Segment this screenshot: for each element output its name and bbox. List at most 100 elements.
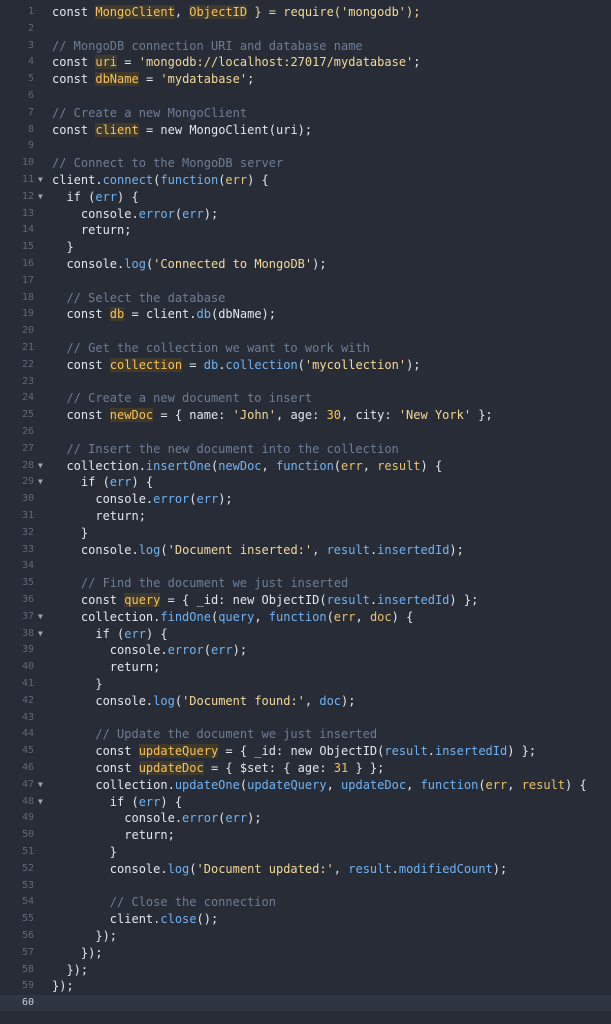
- fold-arrow-icon[interactable]: ▼: [38, 189, 43, 205]
- fold-arrow-icon[interactable]: ▼: [38, 609, 43, 625]
- code-token: new: [160, 122, 190, 137]
- fold-arrow-icon[interactable]: ▼: [38, 474, 43, 490]
- code-line[interactable]: 46 const updateDoc = { $set: { age: 31 }…: [0, 760, 611, 776]
- code-line[interactable]: 12 ▼ if (err) {: [0, 189, 611, 205]
- code-line[interactable]: 1 const MongoClient, ObjectID } = require…: [0, 4, 611, 20]
- line-number: 50: [21, 829, 34, 841]
- code-token: ,: [406, 777, 421, 792]
- line-number: 23: [21, 375, 34, 387]
- code-line[interactable]: 36 const query = { _id: new ObjectID(res…: [0, 592, 611, 608]
- line-number: 28: [21, 459, 34, 471]
- code-line[interactable]: 31 return;: [0, 508, 611, 524]
- fold-arrow-icon[interactable]: ▼: [38, 172, 43, 188]
- code-line[interactable]: 17: [0, 273, 611, 289]
- code-text: }: [52, 844, 117, 860]
- code-line[interactable]: 9: [0, 138, 611, 154]
- code-line[interactable]: 15 }: [0, 239, 611, 255]
- code-line[interactable]: 54 // Close the connection: [0, 894, 611, 910]
- code-text: // Find the document we just inserted: [52, 575, 348, 591]
- code-line[interactable]: 53: [0, 878, 611, 894]
- code-token: =: [138, 72, 161, 87]
- code-line[interactable]: 35 // Find the document we just inserted: [0, 575, 611, 591]
- code-token: query: [124, 593, 161, 607]
- code-line[interactable]: 52 console.log('Document updated:', resu…: [0, 861, 611, 877]
- code-line[interactable]: 21 // Get the collection we want to work…: [0, 340, 611, 356]
- fold-arrow-icon[interactable]: ▼: [38, 458, 43, 474]
- code-line[interactable]: 6: [0, 88, 611, 104]
- line-number: 1: [27, 6, 34, 17]
- code-line[interactable]: 60: [0, 995, 611, 1012]
- code-line[interactable]: 51 }: [0, 844, 611, 860]
- code-token: 'Document updated:': [196, 861, 334, 876]
- code-line[interactable]: 24 // Create a new document to insert: [0, 390, 611, 406]
- code-line[interactable]: 30 console.error(err);: [0, 491, 611, 507]
- code-text: const newDoc = { name: 'John', age: 30, …: [52, 407, 493, 423]
- code-line[interactable]: 44 // Update the document we just insert…: [0, 726, 611, 742]
- code-line[interactable]: 14 return;: [0, 222, 611, 238]
- code-token: client.: [52, 173, 103, 187]
- code-token: const: [52, 408, 110, 423]
- code-line[interactable]: 50 return;: [0, 827, 611, 843]
- code-line[interactable]: 32 }: [0, 525, 611, 541]
- code-line[interactable]: 27 // Insert the new document into the c…: [0, 441, 611, 457]
- code-line[interactable]: 38 ▼ if (err) {: [0, 626, 611, 642]
- code-token: ,: [333, 861, 349, 876]
- code-line[interactable]: 39 console.error(err);: [0, 642, 611, 658]
- code-token: } = require('mongodb');: [247, 5, 421, 19]
- code-line[interactable]: 33 console.log('Document inserted:', res…: [0, 542, 611, 558]
- code-line[interactable]: 18 // Select the database: [0, 290, 611, 306]
- code-line[interactable]: 40 return;: [0, 659, 611, 675]
- code-line[interactable]: 3 // MongoDB connection URI and database …: [0, 38, 611, 54]
- code-line[interactable]: 55 client.close();: [0, 911, 611, 927]
- code-token: doc: [369, 609, 392, 624]
- code-line[interactable]: 26: [0, 424, 611, 440]
- code-line[interactable]: 22 const collection = db.collection('myc…: [0, 357, 611, 373]
- code-token: log: [153, 693, 175, 708]
- fold-arrow-icon[interactable]: ▼: [38, 794, 43, 810]
- code-line[interactable]: 45 const updateQuery = { _id: new Object…: [0, 743, 611, 759]
- code-token: error: [138, 206, 175, 221]
- code-token: ObjectID: [189, 5, 248, 19]
- code-token: findOne: [160, 609, 211, 624]
- code-line[interactable]: 58 });: [0, 962, 611, 978]
- code-line[interactable]: 10 // Connect to the MongoDB server: [0, 155, 611, 171]
- code-line[interactable]: 57 });: [0, 945, 611, 961]
- code-line[interactable]: 5 const dbName = 'mydatabase';: [0, 71, 611, 87]
- code-text: if (err) {: [52, 794, 182, 810]
- line-number: 16: [21, 258, 34, 269]
- code-editor[interactable]: 1 const MongoClient, ObjectID } = require…: [0, 0, 611, 1024]
- code-line[interactable]: 29 ▼ if (err) {: [0, 474, 611, 490]
- code-line[interactable]: 59});: [0, 978, 611, 994]
- code-line[interactable]: 13 console.error(err);: [0, 206, 611, 222]
- code-line[interactable]: 49 console.error(err);: [0, 810, 611, 826]
- code-line[interactable]: 2: [0, 21, 611, 37]
- fold-arrow-icon[interactable]: ▼: [38, 626, 43, 642]
- code-line[interactable]: 48 ▼ if (err) {: [0, 794, 611, 810]
- code-line[interactable]: 43: [0, 710, 611, 726]
- code-token: (: [160, 542, 168, 557]
- code-token: ,: [355, 609, 370, 624]
- code-line[interactable]: 25 const newDoc = { name: 'John', age: 3…: [0, 407, 611, 423]
- line-number: 52: [21, 862, 34, 874]
- code-line[interactable]: 8 const client = new MongoClient(uri);: [0, 122, 611, 138]
- code-line[interactable]: 28 ▼ collection.insertOne (newDoc, functio…: [0, 458, 611, 474]
- code-line[interactable]: 34: [0, 558, 611, 574]
- code-token: db: [109, 307, 125, 322]
- code-token: =: [124, 307, 146, 322]
- code-text: return;: [52, 508, 146, 524]
- code-line[interactable]: 42 console.log('Document found:', doc);: [0, 693, 611, 709]
- code-line[interactable]: 16 console.log('Connected to MongoDB');: [0, 256, 611, 272]
- fold-arrow-icon[interactable]: ▼: [38, 777, 43, 793]
- line-number: 20: [21, 325, 34, 337]
- code-line[interactable]: 19 const db = client.db(dbName);: [0, 306, 611, 322]
- code-line[interactable]: 41 }: [0, 676, 611, 692]
- code-line[interactable]: 56 });: [0, 928, 611, 944]
- code-line[interactable]: 37 ▼ collection.findOne(query, function(e…: [0, 609, 611, 625]
- code-line[interactable]: 23: [0, 374, 611, 390]
- code-line[interactable]: 11 ▼ client.connect(function(err) {: [0, 172, 611, 188]
- code-line[interactable]: 47 ▼ collection.updateOne(updateQuery, up…: [0, 777, 611, 793]
- code-line[interactable]: 20: [0, 323, 611, 339]
- code-token: collection.: [52, 777, 175, 792]
- code-line[interactable]: 4 const uri = 'mongodb://localhost:27017/…: [0, 54, 611, 70]
- code-line[interactable]: 7 // Create a new MongoClient: [0, 105, 611, 121]
